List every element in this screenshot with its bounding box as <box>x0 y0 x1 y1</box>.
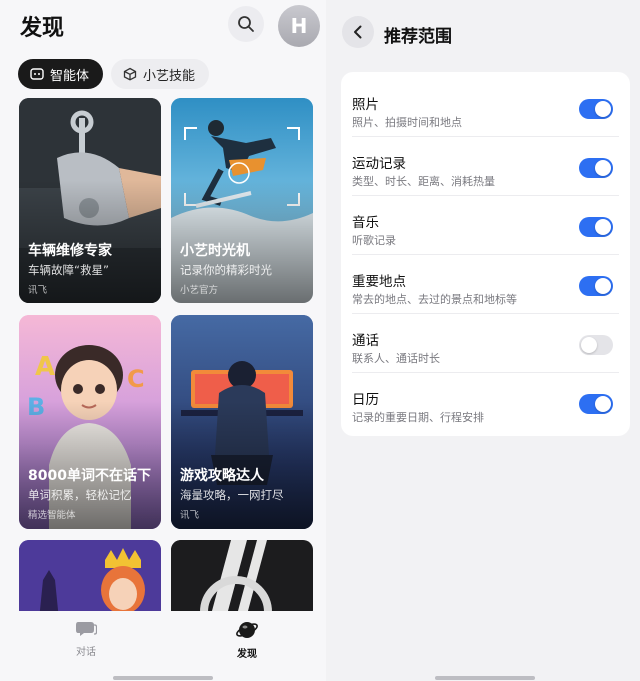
princess-illustration <box>19 540 161 620</box>
card-title: 游戏攻略达人 <box>180 468 264 484</box>
tab-agents[interactable]: 智能体 <box>18 59 104 89</box>
setting-description: 联系人、通话时长 <box>352 352 440 365</box>
setting-description: 照片、拍摄时间和地点 <box>352 116 462 129</box>
setting-label: 运动记录 <box>352 156 406 172</box>
tab-skills[interactable]: 小艺技能 <box>111 59 210 89</box>
setting-row-calendar: 日历 记录的重要日期、行程安排 <box>341 373 630 432</box>
card-subtitle: 海量攻略，一网打尽 <box>180 488 284 502</box>
nav-chat[interactable]: 对话 <box>56 619 116 658</box>
card-subtitle: 车辆故障“救星” <box>28 263 109 277</box>
chat-bubble-icon <box>76 622 97 636</box>
setting-description: 听歌记录 <box>352 234 396 247</box>
cube-icon <box>123 67 137 81</box>
search-icon <box>238 16 254 32</box>
calendar-toggle[interactable] <box>579 394 613 414</box>
scope-settings-list: 照片 照片、拍摄时间和地点 运动记录 类型、时长、距离、消耗热量 音乐 听歌记录… <box>341 72 630 436</box>
card-source: 小艺官方 <box>180 285 219 296</box>
card-title: 8000单词不在话下 <box>28 468 151 484</box>
chevron-left-icon <box>354 25 362 39</box>
agent-card-magnifier[interactable] <box>171 540 313 620</box>
discover-panel: 发现 H 智能体 小艺技能 车辆维修专家 车辆故障“救星” 讯飞 小艺时光机 记… <box>0 0 326 681</box>
avatar[interactable]: H <box>278 5 320 47</box>
card-source: 讯飞 <box>180 510 200 521</box>
agent-card-car-repair[interactable]: 车辆维修专家 车辆故障“救星” 讯飞 <box>19 98 161 303</box>
nav-discover[interactable]: 发现 <box>217 619 277 660</box>
page-title: 推荐范围 <box>384 27 452 47</box>
music-toggle[interactable] <box>579 217 613 237</box>
setting-description: 记录的重要日期、行程安排 <box>352 411 484 424</box>
agent-card-time-machine[interactable]: 小艺时光机 记录你的精彩时光 小艺官方 <box>171 98 313 303</box>
card-subtitle: 单词积累，轻松记忆 <box>28 488 132 502</box>
category-tabs: 智能体 小艺技能 <box>18 59 210 89</box>
magnifier-illustration <box>171 540 313 620</box>
exercise-toggle[interactable] <box>579 158 613 178</box>
page-title: 发现 <box>20 16 65 41</box>
card-subtitle: 记录你的精彩时光 <box>180 263 272 277</box>
places-toggle[interactable] <box>579 276 613 296</box>
calls-toggle[interactable] <box>579 335 613 355</box>
setting-label: 音乐 <box>352 215 379 231</box>
nav-label: 发现 <box>237 649 257 660</box>
setting-row-exercise: 运动记录 类型、时长、距离、消耗热量 <box>341 137 630 196</box>
home-indicator[interactable] <box>435 676 535 680</box>
agent-card-vocabulary[interactable]: A B C 8000单词不在话下 单词积累，轻松记忆 精选智能体 <box>19 315 161 529</box>
svg-text:A: A <box>35 352 55 382</box>
setting-row-calls: 通话 联系人、通话时长 <box>341 314 630 373</box>
recommendation-scope-panel: 推荐范围 照片 照片、拍摄时间和地点 运动记录 类型、时长、距离、消耗热量 音乐… <box>330 0 640 681</box>
card-source: 讯飞 <box>28 285 48 296</box>
agent-card-game-guide[interactable]: 游戏攻略达人 海量攻略，一网打尽 讯飞 <box>171 315 313 529</box>
discover-planet-icon <box>236 622 258 638</box>
card-title: 小艺时光机 <box>180 243 250 259</box>
setting-label: 通话 <box>352 333 379 349</box>
agent-icon <box>30 68 44 80</box>
setting-row-photos: 照片 照片、拍摄时间和地点 <box>341 78 630 137</box>
agent-card-princess[interactable] <box>19 540 161 620</box>
card-title: 车辆维修专家 <box>28 243 112 259</box>
setting-row-places: 重要地点 常去的地点、去过的景点和地标等 <box>341 255 630 314</box>
tab-label: 智能体 <box>50 68 90 84</box>
setting-label: 日历 <box>352 392 379 408</box>
setting-description: 常去的地点、去过的景点和地标等 <box>352 293 517 306</box>
search-button[interactable] <box>228 6 264 42</box>
setting-row-music: 音乐 听歌记录 <box>341 196 630 255</box>
setting-label: 重要地点 <box>352 274 406 290</box>
home-indicator[interactable] <box>113 676 213 680</box>
bottom-navigation: 对话 发现 <box>0 611 326 681</box>
svg-text:C: C <box>127 365 145 393</box>
card-source: 精选智能体 <box>28 510 76 521</box>
nav-label: 对话 <box>76 647 96 658</box>
tab-label: 小艺技能 <box>143 68 196 84</box>
back-button[interactable] <box>342 16 374 48</box>
setting-label: 照片 <box>352 97 379 113</box>
setting-description: 类型、时长、距离、消耗热量 <box>352 175 495 188</box>
photos-toggle[interactable] <box>579 99 613 119</box>
